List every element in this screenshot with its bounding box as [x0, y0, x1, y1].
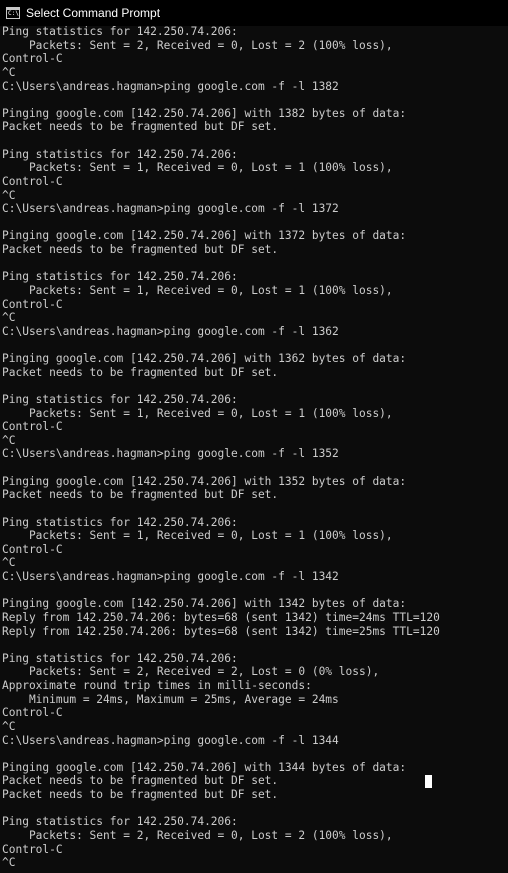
vertical-scrollbar[interactable]: [496, 26, 508, 873]
console-line: Control-C: [2, 706, 63, 720]
console-line: C:\Users\andreas.hagman>ping google.com …: [2, 324, 339, 338]
console-line: Ping statistics for 142.250.74.206:: [2, 815, 238, 829]
console-line: Packets: Sent = 2, Received = 2, Lost = …: [2, 665, 380, 679]
console-line: Pinging google.com [142.250.74.206] with…: [2, 597, 407, 611]
console-line: Pinging google.com [142.250.74.206] with…: [2, 229, 407, 243]
console-line: Packet needs to be fragmented but DF set…: [2, 488, 279, 502]
console-line: Ping statistics for 142.250.74.206:: [2, 392, 238, 406]
console-line: Control-C: [2, 52, 63, 66]
console-line: Packet needs to be fragmented but DF set…: [2, 120, 279, 134]
console-line: Pinging google.com [142.250.74.206] with…: [2, 760, 407, 774]
console-line: Control-C: [2, 542, 63, 556]
console-line: Ping statistics for 142.250.74.206:: [2, 270, 238, 284]
console-line: Ping statistics for 142.250.74.206:: [2, 515, 238, 529]
console-line: Pinging google.com [142.250.74.206] with…: [2, 474, 407, 488]
console-line: Pinging google.com [142.250.74.206] with…: [2, 106, 407, 120]
console-line: Packet needs to be fragmented but DF set…: [2, 788, 279, 801]
console-line: Minimum = 24ms, Maximum = 25ms, Average …: [2, 692, 339, 706]
console-line: Packets: Sent = 1, Received = 0, Lost = …: [2, 283, 393, 297]
console-line: C:\Users\andreas.hagman>ping google.com …: [2, 202, 339, 216]
window-title: Select Command Prompt: [26, 6, 161, 20]
console-line: ^C: [2, 719, 16, 733]
console-line: ^C: [2, 311, 16, 325]
console-line: C:\Users\andreas.hagman>ping google.com …: [2, 570, 339, 583]
console-line: ^C: [2, 188, 16, 202]
console-line: Ping statistics for 142.250.74.206:: [2, 147, 238, 161]
console-line: Packets: Sent = 1, Received = 0, Lost = …: [2, 406, 393, 420]
console-line: Control-C: [2, 174, 63, 188]
console-line: ^C: [2, 433, 16, 447]
console-line: Packets: Sent = 1, Received = 0, Lost = …: [2, 161, 393, 175]
console-line: Packet needs to be fragmented but DF set…: [2, 365, 279, 379]
console-line: Approximate round trip times in milli-se…: [2, 679, 312, 692]
console-line: Packets: Sent = 2, Received = 0, Lost = …: [2, 828, 393, 842]
text-cursor: [425, 775, 432, 788]
console-line: Reply from 142.250.74.206: bytes=68 (sen…: [2, 624, 440, 638]
console-line: ^C: [2, 65, 16, 79]
console-line: C:\Users\andreas.hagman>ping google.com …: [2, 733, 339, 747]
console-line: Packet needs to be fragmented but DF set…: [2, 774, 279, 788]
cmd-icon: [6, 7, 20, 19]
console-line: Control-C: [2, 297, 63, 311]
console-line: Packets: Sent = 2, Received = 0, Lost = …: [2, 38, 393, 52]
console-line: ^C: [2, 556, 16, 570]
console-output[interactable]: Ping statistics for 142.250.74.206: Pack…: [2, 25, 492, 873]
console-line: Packet needs to be fragmented but DF set…: [2, 243, 279, 256]
console-line: ^C: [2, 856, 16, 870]
console-line: Control-C: [2, 842, 63, 856]
console-line: Ping statistics for 142.250.74.206:: [2, 651, 238, 665]
console-line: Reply from 142.250.74.206: bytes=68 (sen…: [2, 610, 440, 624]
console-line: Control-C: [2, 420, 63, 434]
console-line: Packets: Sent = 1, Received = 0, Lost = …: [2, 529, 393, 543]
console-line: C:\Users\andreas.hagman>ping google.com …: [2, 79, 339, 93]
console-line: Pinging google.com [142.250.74.206] with…: [2, 352, 407, 365]
title-bar[interactable]: Select Command Prompt: [0, 0, 508, 26]
console-line: C:\Users\andreas.hagman>ping google.com …: [2, 447, 339, 461]
console-line: Ping statistics for 142.250.74.206:: [2, 25, 238, 38]
